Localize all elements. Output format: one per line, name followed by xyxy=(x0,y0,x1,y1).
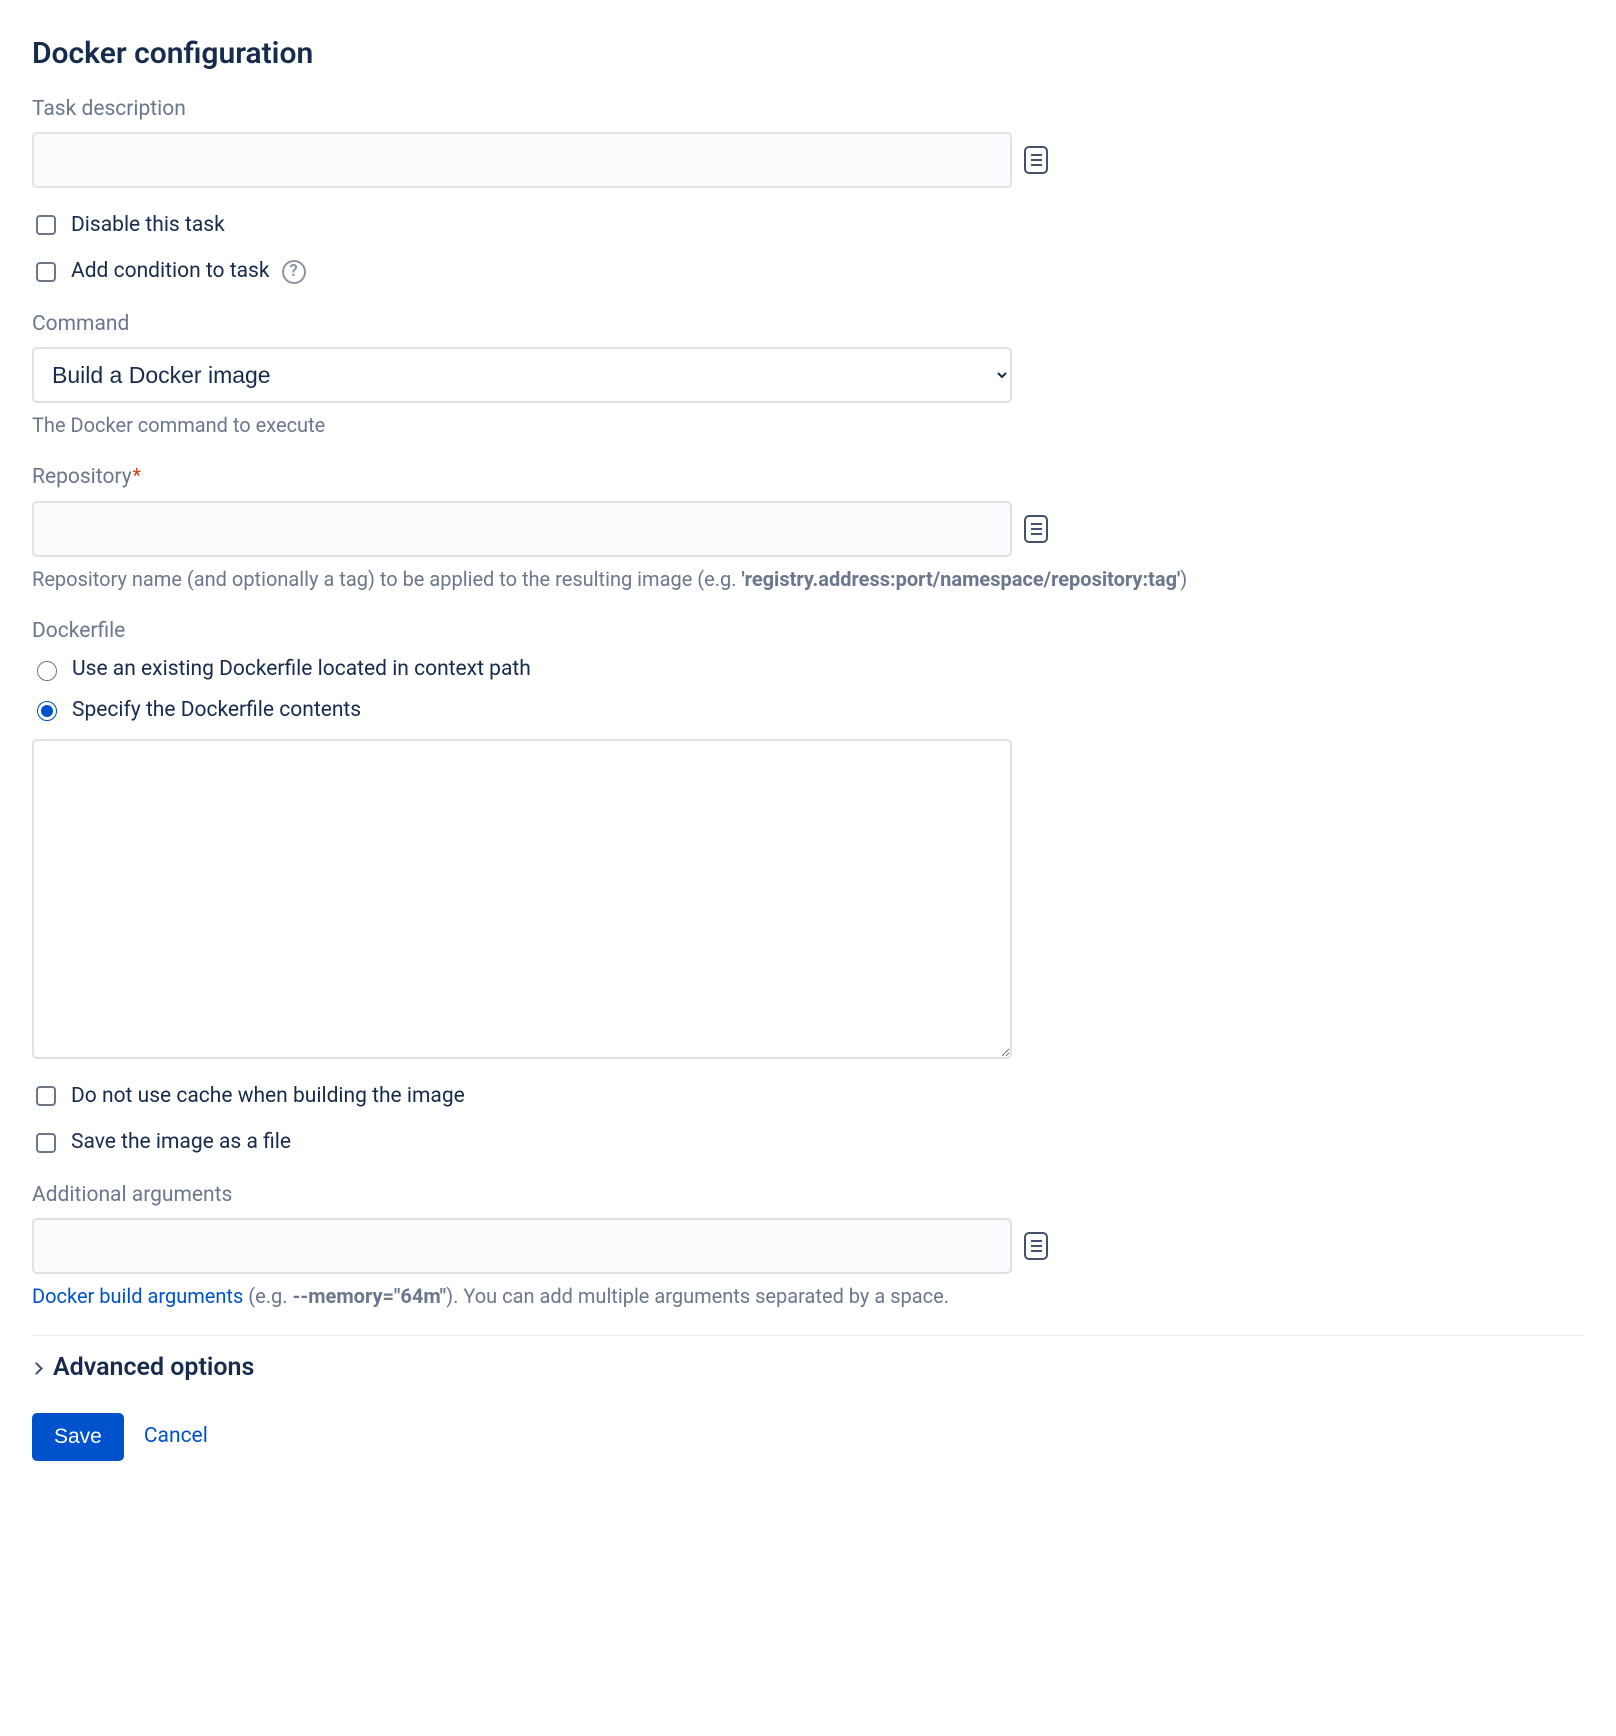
no-cache-checkbox[interactable] xyxy=(36,1086,56,1106)
cancel-link[interactable]: Cancel xyxy=(144,1421,208,1451)
dockerfile-existing-radio[interactable] xyxy=(37,661,57,681)
page-title: Docker configuration xyxy=(32,32,1584,76)
no-cache-label[interactable]: Do not use cache when building the image xyxy=(71,1081,465,1111)
required-asterisk: * xyxy=(133,464,141,487)
variables-icon[interactable] xyxy=(1024,146,1048,174)
task-description-input[interactable] xyxy=(32,132,1012,188)
add-condition-checkbox[interactable] xyxy=(36,262,56,282)
dockerfile-specify-label[interactable]: Specify the Dockerfile contents xyxy=(72,695,361,725)
dockerfile-existing-label[interactable]: Use an existing Dockerfile located in co… xyxy=(72,654,531,684)
repository-label: Repository* xyxy=(32,462,1584,492)
save-file-label[interactable]: Save the image as a file xyxy=(71,1127,291,1157)
additional-args-input[interactable] xyxy=(32,1218,1012,1274)
additional-args-label: Additional arguments xyxy=(32,1180,1584,1210)
repository-input[interactable] xyxy=(32,501,1012,557)
help-icon[interactable]: ? xyxy=(282,260,306,284)
save-file-checkbox[interactable] xyxy=(36,1133,56,1153)
save-button[interactable]: Save xyxy=(32,1413,124,1461)
command-label: Command xyxy=(32,309,1584,339)
dockerfile-label: Dockerfile xyxy=(32,616,1584,646)
advanced-options-toggle[interactable]: Advanced options xyxy=(32,1350,1584,1386)
variables-icon[interactable] xyxy=(1024,515,1048,543)
command-helper: The Docker command to execute xyxy=(32,411,1584,440)
repository-helper: Repository name (and optionally a tag) t… xyxy=(32,565,1584,594)
dockerfile-specify-radio[interactable] xyxy=(37,701,57,721)
disable-task-checkbox[interactable] xyxy=(36,215,56,235)
dockerfile-contents-textarea[interactable] xyxy=(32,739,1012,1059)
additional-args-helper: Docker build arguments (e.g. --memory="6… xyxy=(32,1282,1584,1311)
divider xyxy=(32,1335,1584,1336)
disable-task-label[interactable]: Disable this task xyxy=(71,210,225,240)
chevron-right-icon xyxy=(30,1362,43,1375)
docker-build-args-link[interactable]: Docker build arguments xyxy=(32,1284,243,1308)
variables-icon[interactable] xyxy=(1024,1232,1048,1260)
add-condition-label[interactable]: Add condition to task xyxy=(71,256,270,286)
advanced-options-label: Advanced options xyxy=(53,1350,254,1386)
task-description-label: Task description xyxy=(32,94,1584,124)
command-select[interactable]: Build a Docker image xyxy=(32,347,1012,403)
